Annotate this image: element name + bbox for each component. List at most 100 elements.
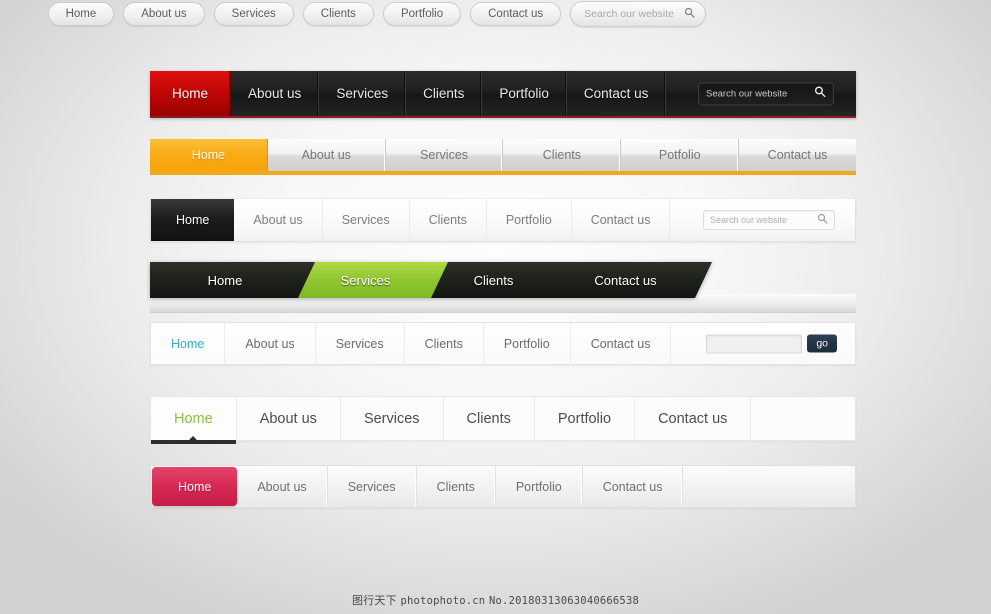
nav-item-label: Services xyxy=(335,336,384,351)
nav-item-contact-us[interactable]: Contact us xyxy=(635,397,752,440)
search-icon[interactable] xyxy=(817,211,828,229)
nav-item-services[interactable]: Services xyxy=(298,262,448,298)
watermark-code: No.20180313063040666538 xyxy=(489,595,639,607)
search-icon[interactable] xyxy=(814,85,826,103)
nav-item-label: Portfolio xyxy=(503,336,550,351)
nav-item-label: Contact us xyxy=(594,272,657,288)
nav-list-bar1: Home About us Services Clients Portfolio… xyxy=(150,71,856,116)
nav-item-about-us[interactable]: About us xyxy=(237,466,328,507)
nav-item-clients[interactable]: Clients xyxy=(405,323,484,364)
nav-item-label: Services xyxy=(363,410,420,427)
nav-item-label: About us xyxy=(245,336,295,351)
nav-item-contact-us[interactable]: Contact us xyxy=(572,199,671,241)
nav-pill-about-us[interactable]: About us xyxy=(123,2,205,26)
nav-item-label: Clients xyxy=(428,213,467,227)
nav-list-bar4: Home Services Clients Contact us xyxy=(150,262,712,298)
search-box[interactable]: Search our website xyxy=(703,210,835,230)
nav-item-services[interactable]: Services xyxy=(341,397,444,440)
nav-item-portfolio[interactable]: Portfolio xyxy=(484,323,571,364)
watermark-site: photophoto.cn xyxy=(400,595,486,607)
nav-item-portfolio[interactable]: Portfolio xyxy=(496,466,583,507)
go-button[interactable]: go xyxy=(807,334,837,353)
nav-item-home[interactable]: Home xyxy=(151,199,235,241)
nav-pill-services[interactable]: Services xyxy=(213,2,294,26)
nav-item-home[interactable]: Home xyxy=(150,139,268,171)
nav-item-label: Services xyxy=(340,272,391,288)
nav-item-contact-us[interactable]: Contact us xyxy=(583,466,684,507)
nav-item-services[interactable]: Services xyxy=(323,199,410,241)
nav-item-label: Portfolio xyxy=(505,213,552,227)
nav-item-about-us[interactable]: About us xyxy=(237,397,341,440)
nav-list-bar7: Home About us Services Clients Portfolio… xyxy=(151,466,855,507)
nav-pill-contact-us[interactable]: Contact us xyxy=(470,2,562,26)
nav-item-label: Clients xyxy=(473,272,514,288)
nav-item-services[interactable]: Services xyxy=(385,139,504,171)
nav-item-contact-us[interactable]: Contact us xyxy=(739,139,856,171)
nav-pill-clients[interactable]: Clients xyxy=(302,2,374,26)
search-area: go xyxy=(706,334,837,353)
nav-item-label: Portfolio xyxy=(557,410,612,427)
nav-item-label: About us xyxy=(301,148,351,162)
nav-item-label: Portfolio xyxy=(515,479,562,494)
nav-item-label: Clients xyxy=(423,86,465,101)
nav-item-about-us[interactable]: About us xyxy=(267,139,386,171)
nav-item-home[interactable]: Home xyxy=(152,467,238,506)
nav-item-label: Services xyxy=(341,213,390,227)
nav-item-clients[interactable]: Clients xyxy=(406,71,483,116)
nav-item-label: About us xyxy=(253,213,303,227)
nav-item-home[interactable]: Home xyxy=(150,262,315,298)
nav-item-label: About us xyxy=(248,86,302,101)
nav-item-home[interactable]: Home xyxy=(151,323,226,364)
navbar-pills: Home About us Services Clients Portfolio… xyxy=(0,0,713,28)
nav-item-label: Contact us xyxy=(583,86,649,101)
nav-item-label: About us xyxy=(257,479,307,494)
nav-item-label: Clients xyxy=(466,410,511,427)
navbar-black-home: Home About us Services Clients Portfolio… xyxy=(150,198,856,242)
search-box[interactable]: Search our website xyxy=(698,82,834,105)
search-box[interactable]: Search our website xyxy=(570,1,706,27)
nav-item-clients[interactable]: Clients xyxy=(410,199,487,241)
nav-list-bar2: Home About us Services Clients Potfolio … xyxy=(150,139,856,171)
nav-item-contact-us[interactable]: Contact us xyxy=(567,71,667,116)
nav-item-about-us[interactable]: About us xyxy=(225,323,316,364)
navbar-pink-home: Home About us Services Clients Portfolio… xyxy=(150,465,856,508)
nav-pill-home[interactable]: Home xyxy=(47,2,115,26)
nav-item-clients[interactable]: Clients xyxy=(503,139,622,171)
navbar-green-underline: Home About us Services Clients Portfolio… xyxy=(150,396,856,444)
nav-item-services[interactable]: Services xyxy=(316,323,405,364)
nav-item-clients[interactable]: Clients xyxy=(431,262,571,298)
nav-item-portfolio[interactable]: Portfolio xyxy=(535,397,636,440)
search-icon[interactable] xyxy=(684,7,695,21)
nav-item-about-us[interactable]: About us xyxy=(234,199,323,241)
nav-item-services[interactable]: Services xyxy=(319,71,407,116)
nav-item-portfolio[interactable]: Portfolio xyxy=(487,199,572,241)
nav-item-contact-us[interactable]: Contact us xyxy=(554,262,712,298)
watermark-brand: 图行天下 xyxy=(352,594,397,607)
nav-item-label: About us xyxy=(259,410,317,427)
nav-item-label: Clients xyxy=(424,336,463,351)
nav-item-portfolio[interactable]: Portfolio xyxy=(482,71,567,116)
search-input[interactable]: Search our website xyxy=(706,88,814,99)
nav-item-label: Home xyxy=(172,86,209,101)
nav-item-contact-us[interactable]: Contact us xyxy=(571,323,672,364)
nav-item-clients[interactable]: Clients xyxy=(444,397,535,440)
nav-item-about-us[interactable]: About us xyxy=(231,71,320,116)
navbar-teal-go: Home About us Services Clients Portfolio… xyxy=(150,322,856,365)
watermark: 图行天下 photophoto.cn No.201803130630406665… xyxy=(0,592,991,608)
navbar-orange-silver: Home About us Services Clients Potfolio … xyxy=(150,139,856,175)
nav-item-label: Home xyxy=(174,410,213,427)
nav-item-portfolio[interactable]: Potfolio xyxy=(621,139,740,171)
nav-item-label: Services xyxy=(347,479,396,494)
active-marker xyxy=(151,436,236,444)
nav-pill-portfolio[interactable]: Portfolio xyxy=(382,2,462,26)
nav-item-services[interactable]: Services xyxy=(328,466,417,507)
nav-item-home[interactable]: Home xyxy=(150,71,232,116)
search-input[interactable] xyxy=(706,334,803,353)
nav-item-home[interactable]: Home xyxy=(151,397,237,444)
search-input[interactable]: Search our website xyxy=(584,8,674,20)
nav-item-label: Contact us xyxy=(658,410,728,427)
nav-list-bar3: Home About us Services Clients Portfolio… xyxy=(151,199,855,241)
nav-item-label: Contact us xyxy=(767,148,828,162)
search-input[interactable]: Search our website xyxy=(710,215,817,225)
nav-item-clients[interactable]: Clients xyxy=(417,466,496,507)
